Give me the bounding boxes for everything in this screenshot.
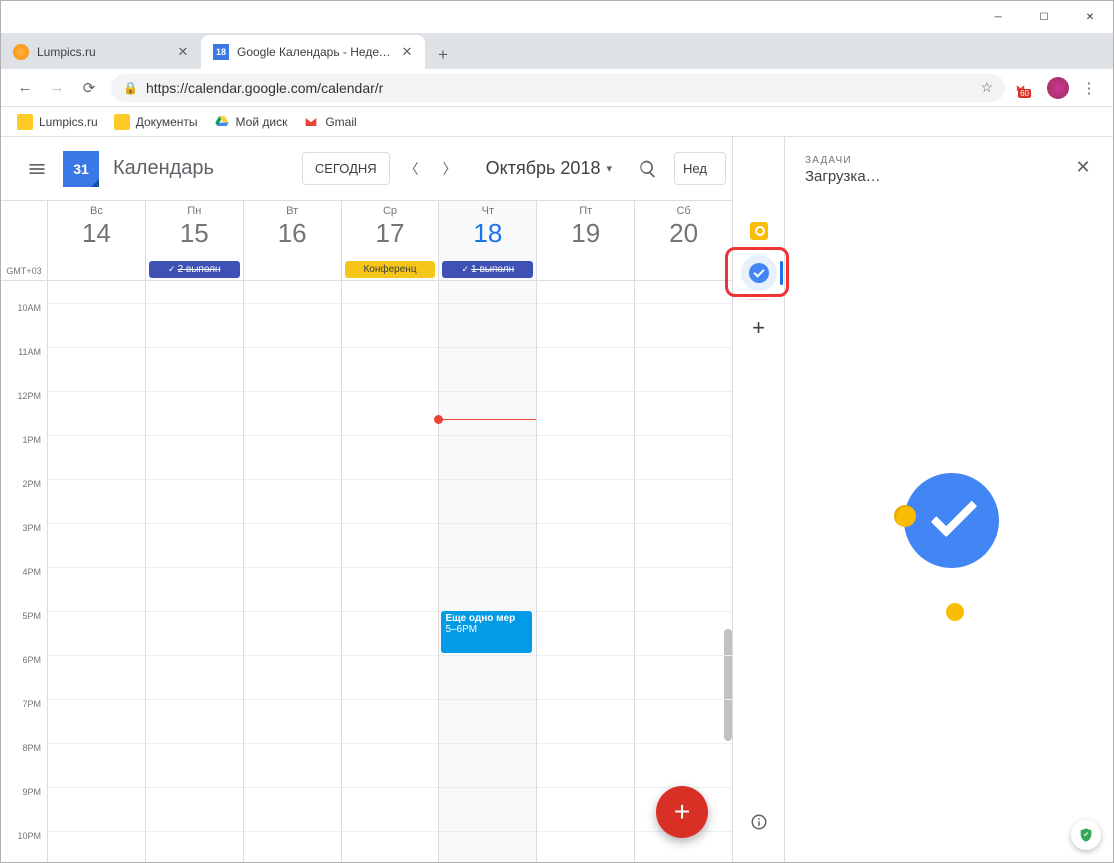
tab-close-button[interactable]: ✕ bbox=[175, 44, 191, 60]
search-button[interactable] bbox=[628, 149, 668, 189]
day-column[interactable] bbox=[634, 281, 732, 862]
bookmark-item[interactable]: Lumpics.ru bbox=[11, 110, 104, 134]
tasks-eyebrow: ЗАДАЧИ bbox=[805, 155, 1071, 166]
bookmark-label: Документы bbox=[136, 115, 198, 129]
calendar-app: 31 Календарь СЕГОДНЯ 〈 〉 Октябрь 2018 ▾ … bbox=[1, 137, 733, 862]
reload-button[interactable]: ⟳ bbox=[73, 72, 105, 104]
bookmark-label: Lumpics.ru bbox=[39, 115, 98, 129]
tab-title: Lumpics.ru bbox=[37, 45, 167, 59]
day-header[interactable]: Ср 17 Конференц bbox=[341, 201, 439, 280]
day-header[interactable]: Пт 19 bbox=[536, 201, 634, 280]
time-grid[interactable]: 10AM 11AM 12PM 1PM 2PM 3PM 4PM 5PM 6PM 7… bbox=[1, 281, 732, 862]
window-minimize-button[interactable]: ─ bbox=[975, 1, 1021, 33]
info-button[interactable] bbox=[735, 798, 783, 846]
drive-icon bbox=[214, 114, 230, 130]
gmail-badge: 60 bbox=[1018, 89, 1031, 98]
tasks-close-button[interactable]: ✕ bbox=[1071, 155, 1095, 179]
divider bbox=[749, 299, 769, 300]
create-event-fab[interactable]: + bbox=[656, 786, 708, 838]
day-column[interactable] bbox=[243, 281, 341, 862]
day-header-today[interactable]: Чт 18 ✓1 выполн bbox=[438, 201, 536, 280]
main-menu-button[interactable] bbox=[17, 149, 57, 189]
view-selector[interactable]: Нед bbox=[674, 152, 726, 185]
dropdown-icon: ▾ bbox=[606, 162, 612, 175]
favicon-icon: 18 bbox=[213, 44, 229, 60]
allday-event-chip[interactable]: Конференц bbox=[345, 261, 436, 278]
tab-close-button[interactable]: ✕ bbox=[399, 44, 415, 60]
now-indicator bbox=[439, 419, 536, 420]
star-icon[interactable]: ☆ bbox=[980, 79, 993, 96]
security-extension-badge[interactable] bbox=[1071, 820, 1101, 850]
bookmark-item[interactable]: Документы bbox=[108, 110, 204, 134]
window-maximize-button[interactable]: ☐ bbox=[1021, 1, 1067, 33]
tasks-loading-illustration bbox=[894, 473, 1004, 583]
url-text: https://calendar.google.com/calendar/r bbox=[146, 80, 383, 96]
gmail-icon bbox=[303, 114, 319, 130]
bookmark-item[interactable]: Мой диск bbox=[208, 110, 294, 134]
browser-tab-1[interactable]: 18 Google Календарь - Неделя: 14 ✕ bbox=[201, 35, 425, 69]
time-gutter: 10AM 11AM 12PM 1PM 2PM 3PM 4PM 5PM 6PM 7… bbox=[1, 281, 47, 862]
window-titlebar: ─ ☐ ✕ bbox=[1, 1, 1113, 33]
tasks-body bbox=[785, 193, 1113, 862]
calendar-header: 31 Календарь СЕГОДНЯ 〈 〉 Октябрь 2018 ▾ … bbox=[1, 137, 732, 201]
day-column[interactable] bbox=[47, 281, 145, 862]
folder-icon bbox=[114, 114, 130, 130]
event-block[interactable]: Еще одно мер 5–6PM bbox=[441, 611, 532, 653]
day-column[interactable] bbox=[145, 281, 243, 862]
favicon-icon bbox=[13, 44, 29, 60]
get-addons-button[interactable]: + bbox=[739, 308, 779, 348]
day-column[interactable] bbox=[341, 281, 439, 862]
day-header-row: GMT+03 Вс 14 Пн 15 ✓2 выполн Вт 16 Ср 17 bbox=[1, 201, 732, 281]
side-panel-rail: + bbox=[733, 137, 785, 862]
prev-period-button[interactable]: 〈 bbox=[396, 153, 428, 185]
bookmark-label: Gmail bbox=[325, 115, 356, 129]
annotation-highlight bbox=[725, 247, 789, 297]
day-header[interactable]: Вс 14 bbox=[47, 201, 145, 280]
back-button[interactable]: ← bbox=[9, 72, 41, 104]
check-icon: ✓ bbox=[462, 264, 470, 275]
app-title: Календарь bbox=[113, 157, 214, 180]
tasks-panel: ЗАДАЧИ Загрузка… ✕ bbox=[785, 137, 1113, 862]
tasks-panel-header: ЗАДАЧИ Загрузка… ✕ bbox=[785, 137, 1113, 193]
keep-icon bbox=[750, 222, 768, 240]
chrome-menu-button[interactable]: ⋮ bbox=[1073, 72, 1105, 104]
lock-icon: 🔒 bbox=[123, 81, 138, 95]
bookmarks-bar: Lumpics.ru Документы Мой диск Gmail bbox=[1, 107, 1113, 137]
allday-event-chip[interactable]: ✓2 выполн bbox=[149, 261, 240, 278]
day-column[interactable] bbox=[536, 281, 634, 862]
forward-button[interactable]: → bbox=[41, 72, 73, 104]
day-column-today[interactable]: Еще одно мер 5–6PM bbox=[438, 281, 536, 862]
event-time: 5–6PM bbox=[445, 624, 528, 635]
new-tab-button[interactable]: + bbox=[429, 41, 457, 69]
day-header[interactable]: Пн 15 ✓2 выполн bbox=[145, 201, 243, 280]
timezone-label: GMT+03 bbox=[1, 201, 47, 280]
folder-icon bbox=[17, 114, 33, 130]
tab-strip: Lumpics.ru ✕ 18 Google Календарь - Недел… bbox=[1, 33, 1113, 69]
check-icon: ✓ bbox=[168, 264, 176, 275]
gmail-extension-icon[interactable]: 60 bbox=[1015, 76, 1039, 100]
today-button[interactable]: СЕГОДНЯ bbox=[302, 152, 390, 185]
day-header[interactable]: Вт 16 bbox=[243, 201, 341, 280]
tasks-loading-label: Загрузка… bbox=[805, 168, 1071, 185]
bookmark-item[interactable]: Gmail bbox=[297, 110, 362, 134]
day-header[interactable]: Сб 20 bbox=[634, 201, 732, 280]
bookmark-label: Мой диск bbox=[236, 115, 288, 129]
date-range-label[interactable]: Октябрь 2018 ▾ bbox=[472, 158, 622, 179]
profile-avatar[interactable] bbox=[1047, 77, 1069, 99]
event-title: Еще одно мер bbox=[445, 613, 528, 624]
allday-event-chip[interactable]: ✓1 выполн bbox=[442, 261, 533, 278]
window-close-button[interactable]: ✕ bbox=[1067, 1, 1113, 33]
browser-tab-0[interactable]: Lumpics.ru ✕ bbox=[1, 35, 201, 69]
calendar-logo: 31 bbox=[63, 151, 99, 187]
address-bar[interactable]: 🔒 https://calendar.google.com/calendar/r… bbox=[111, 74, 1005, 102]
toolbar: ← → ⟳ 🔒 https://calendar.google.com/cale… bbox=[1, 69, 1113, 107]
next-period-button[interactable]: 〉 bbox=[434, 153, 466, 185]
tab-title: Google Календарь - Неделя: 14 bbox=[237, 45, 391, 59]
